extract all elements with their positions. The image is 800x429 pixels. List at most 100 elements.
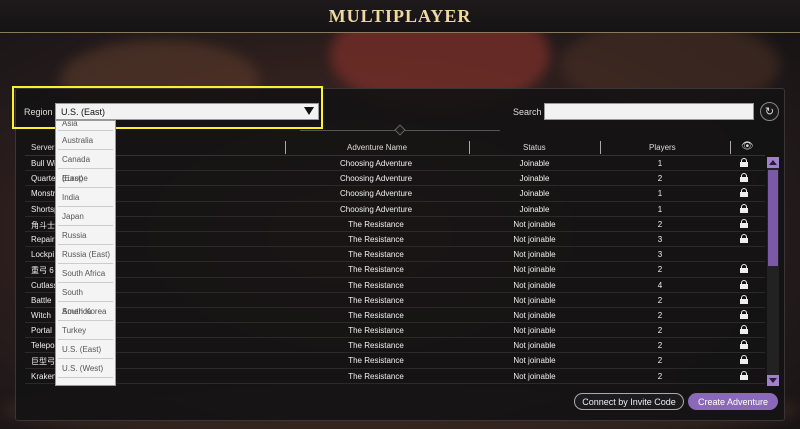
- table-row[interactable]: Cutlass The Resistance Not joinable 4: [25, 278, 765, 293]
- dropdown-arrow-icon[interactable]: [304, 107, 314, 115]
- search-input[interactable]: [544, 103, 754, 120]
- player-count: 2: [657, 295, 663, 305]
- table-row[interactable]: Bull Wi Choosing Adventure Joinable 1: [25, 156, 765, 172]
- lock-icon: [740, 370, 748, 381]
- adventure-name: The Resistance: [348, 234, 404, 244]
- region-option[interactable]: Canada (East): [58, 150, 113, 183]
- server-status: Joinable: [519, 189, 550, 199]
- server-list: Bull Wi Choosing Adventure Joinable 1 Quarte…: [25, 156, 765, 386]
- column-separator: [600, 141, 601, 154]
- lock-icon: [740, 203, 748, 214]
- column-header-status[interactable]: Status: [523, 143, 546, 152]
- table-row[interactable]: Shortsp Choosing Adventure Joinable 1: [25, 202, 765, 217]
- lock-icon: [740, 218, 748, 229]
- player-count: 2: [657, 356, 663, 366]
- scroll-down-button[interactable]: [767, 375, 779, 386]
- refresh-button[interactable]: ↻: [760, 102, 779, 121]
- server-status: Not joinable: [513, 219, 556, 229]
- lock-icon: [740, 173, 748, 183]
- server-status: Not joinable: [513, 356, 556, 366]
- table-row[interactable]: Battle The Resistance Not joinable 2: [25, 293, 765, 308]
- lock-icon: [740, 294, 748, 305]
- region-option[interactable]: India: [58, 188, 113, 207]
- column-separator: [730, 141, 731, 154]
- server-status: Not joinable: [513, 310, 556, 320]
- title-bar: MULTIPLAYER: [0, 0, 800, 33]
- player-count: 1: [657, 189, 663, 199]
- server-status: Not joinable: [513, 250, 556, 260]
- region-dropdown-list[interactable]: Asia Australia Canada (East) Europe India Jap…: [55, 120, 116, 386]
- table-row[interactable]: 角斗士 The Resistance Not joinable 2: [25, 217, 765, 232]
- search-label: Search: [513, 107, 542, 117]
- column-header-players[interactable]: Players: [649, 143, 676, 152]
- lock-icon: [740, 325, 748, 335]
- region-option[interactable]: Asia: [58, 121, 113, 131]
- region-option[interactable]: Turkey: [58, 321, 113, 340]
- server-status: Not joinable: [513, 371, 556, 381]
- player-count: 2: [657, 310, 663, 320]
- region-option[interactable]: Russia: [58, 226, 113, 245]
- create-adventure-button[interactable]: Create Adventure: [688, 393, 778, 410]
- adventure-name: The Resistance: [348, 326, 404, 336]
- table-row[interactable]: 巨型弓 The Resistance Not joinable 2: [25, 353, 765, 369]
- adventure-name: The Resistance: [348, 265, 404, 275]
- region-option[interactable]: South America: [58, 283, 113, 316]
- scroll-down-icon: [769, 378, 777, 383]
- table-row[interactable]: The ResistanceNot joinable2: [25, 384, 765, 386]
- table-row[interactable]: Lockpi The Resistance Not joinable 3: [25, 247, 765, 263]
- adventure-name: The Resistance: [348, 250, 404, 260]
- region-option[interactable]: U.S. (West): [58, 359, 113, 378]
- region-option[interactable]: Russia (East): [58, 245, 113, 264]
- column-header-server[interactable]: Server: [31, 143, 55, 152]
- region-select[interactable]: U.S. (East): [55, 103, 319, 120]
- table-row[interactable]: Repair The Resistance Not joinable 3: [25, 232, 765, 248]
- player-count: 2: [657, 265, 663, 275]
- scrollbar-thumb[interactable]: [768, 170, 778, 266]
- player-count: 2: [657, 174, 663, 184]
- adventure-name: Choosing Adventure: [339, 159, 413, 168]
- player-count: 1: [657, 159, 663, 168]
- connect-by-invite-code-button[interactable]: Connect by Invite Code: [574, 393, 684, 410]
- region-label: Region: [24, 107, 53, 117]
- region-option[interactable]: South Korea: [58, 302, 113, 321]
- lock-icon: [740, 158, 748, 168]
- table-row[interactable]: Kraken The Resistance Not joinable 2: [25, 369, 765, 384]
- server-status: Joinable: [519, 174, 550, 184]
- server-status: Not joinable: [513, 341, 556, 351]
- adventure-name: The Resistance: [348, 219, 404, 229]
- table-row[interactable]: Telepo The Resistance Not joinable 2: [25, 338, 765, 354]
- lock-icon: [740, 188, 748, 198]
- table-row[interactable]: Quarte Choosing Adventure Joinable 2: [25, 171, 765, 187]
- player-count: 4: [657, 280, 663, 290]
- column-header-adventure[interactable]: Adventure Name: [347, 143, 407, 152]
- adventure-name: The Resistance: [348, 280, 404, 290]
- server-status: Not joinable: [513, 265, 556, 275]
- region-option[interactable]: South Africa: [58, 264, 113, 283]
- adventure-name: Choosing Adventure: [339, 189, 413, 199]
- lock-icon: [740, 279, 748, 290]
- server-status: Not joinable: [513, 280, 556, 290]
- table-header: Server Adventure Name Status Players 👁: [25, 140, 765, 155]
- table-row[interactable]: 重弓 6 The Resistance Not joinable 2: [25, 262, 765, 278]
- server-status: Joinable: [519, 159, 550, 168]
- player-count: 2: [657, 341, 663, 351]
- table-row[interactable]: Monstr Choosing Adventure Joinable 1: [25, 186, 765, 202]
- region-option[interactable]: U.S. (East): [58, 340, 113, 359]
- region-option[interactable]: Europe: [58, 169, 113, 188]
- page-title: MULTIPLAYER: [328, 5, 472, 26]
- scroll-up-button[interactable]: [767, 157, 779, 168]
- scroll-up-icon: [769, 160, 777, 165]
- table-row[interactable]: Portal The Resistance Not joinable 2: [25, 323, 765, 339]
- lock-icon: [740, 264, 748, 274]
- server-status: Joinable: [519, 204, 550, 214]
- player-count: 2: [657, 371, 663, 381]
- adventure-name: Choosing Adventure: [339, 204, 413, 214]
- lock-icon: [740, 355, 748, 365]
- adventure-name: The Resistance: [348, 310, 404, 320]
- region-option[interactable]: Australia: [58, 131, 113, 150]
- region-option[interactable]: Japan: [58, 207, 113, 226]
- server-status: Not joinable: [513, 326, 556, 336]
- visibility-eye-icon[interactable]: 👁: [741, 141, 754, 152]
- table-row[interactable]: Witch The Resistance Not joinable 2: [25, 308, 765, 324]
- server-status: Not joinable: [513, 295, 556, 305]
